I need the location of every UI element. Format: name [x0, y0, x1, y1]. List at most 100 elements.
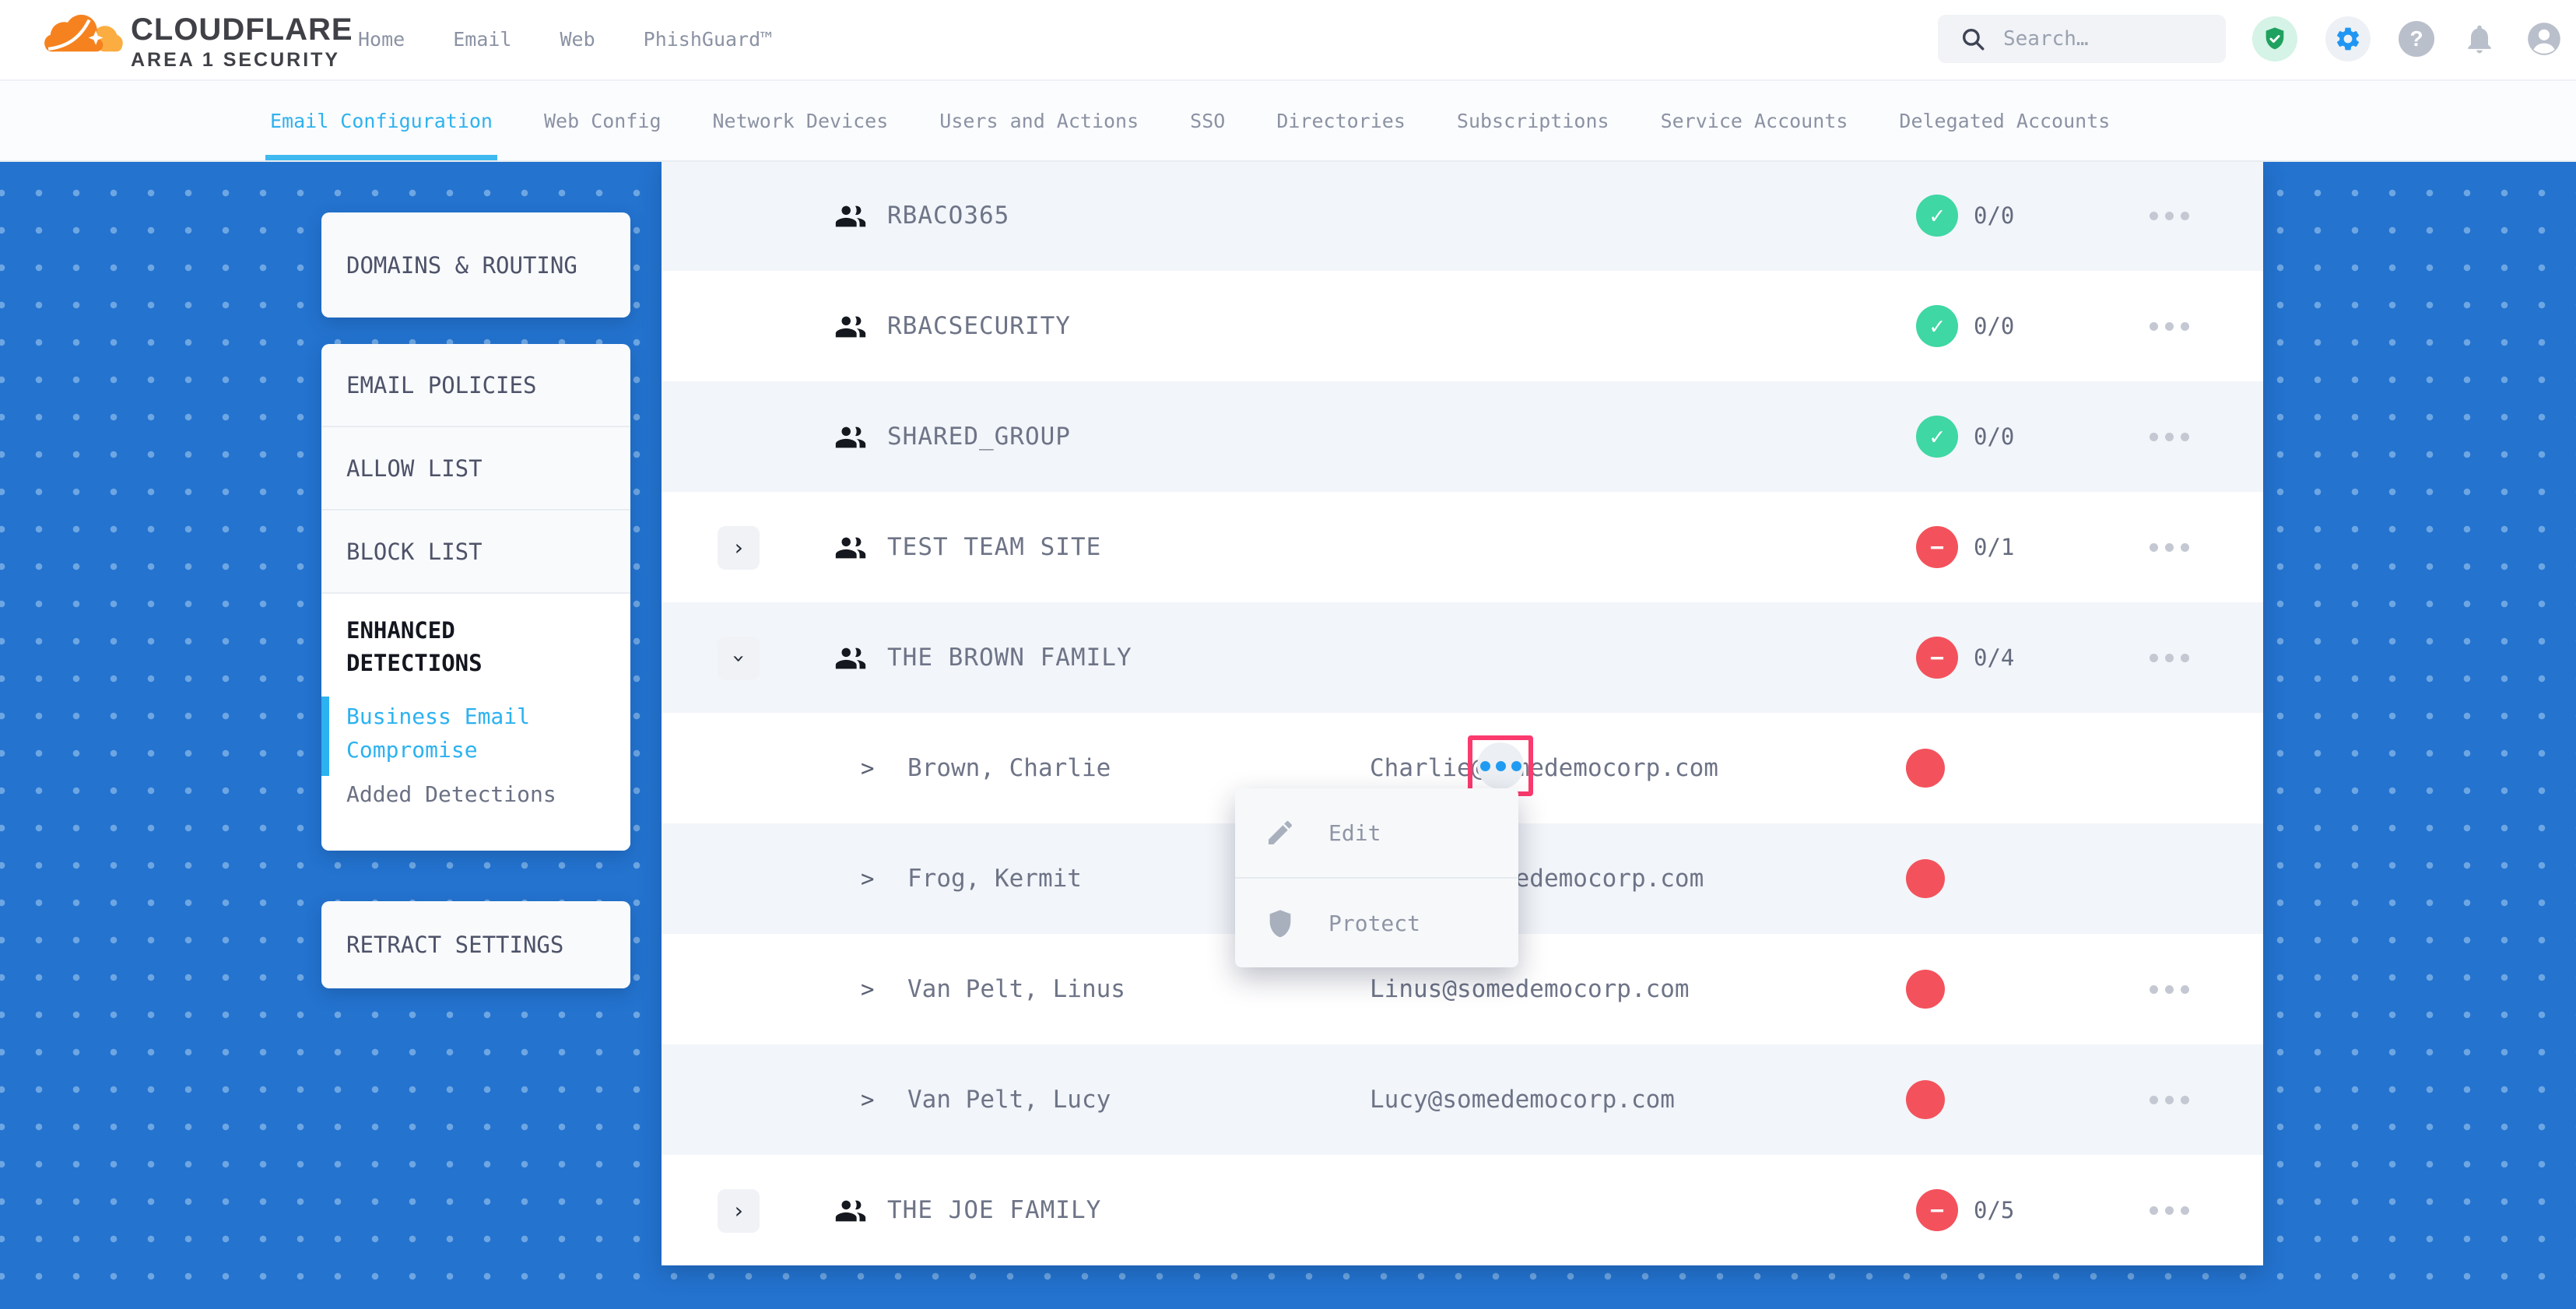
- search-box[interactable]: [1938, 15, 2226, 63]
- menu-item-edit[interactable]: Edit: [1235, 788, 1518, 877]
- row-menu-button[interactable]: [2138, 602, 2200, 713]
- protection-shield-check-icon[interactable]: [2252, 16, 2297, 61]
- section-tabbar: Email Configuration Web Config Network D…: [0, 81, 2576, 162]
- tab-directories[interactable]: Directories: [1276, 81, 1406, 160]
- child-caret-icon: >: [861, 713, 874, 823]
- brand-line1: CLOUDFLARE: [131, 14, 353, 45]
- sidebar-item-added-detections[interactable]: Added Detections: [346, 781, 607, 807]
- row-context-menu: Edit Protect: [1235, 788, 1518, 967]
- sidebar-label: RETRACT SETTINGS: [346, 932, 563, 958]
- table-row: › THE BROWN FAMILY − 0/4: [662, 602, 2263, 713]
- row-menu-button[interactable]: [2138, 271, 2200, 381]
- unprotected-dot: [1906, 970, 1945, 1009]
- status-badge: − 0/4: [1916, 602, 2014, 713]
- protected-count: 0/5: [1974, 1197, 2014, 1223]
- sidebar-item-business-email-compromise[interactable]: Business Email Compromise: [346, 700, 533, 767]
- sidebar-label: ALLOW LIST: [346, 455, 483, 482]
- nav-phishguard[interactable]: PhishGuard™: [644, 28, 773, 51]
- child-caret-icon: >: [861, 1044, 874, 1155]
- menu-item-label: Protect: [1328, 911, 1420, 936]
- cloudflare-logo-icon: [40, 8, 126, 70]
- row-menu-button[interactable]: [2138, 160, 2200, 271]
- shield-icon: [1265, 907, 1296, 939]
- table-row: > Van Pelt, Lucy Lucy@somedemocorp.com: [662, 1044, 2263, 1155]
- enhanced-detections-heading: ENHANCED DETECTIONS: [346, 614, 549, 679]
- user-name: Brown, Charlie: [907, 713, 1111, 823]
- nav-home[interactable]: Home: [358, 28, 405, 51]
- sidebar-item-allow-list[interactable]: ALLOW LIST: [321, 427, 630, 511]
- unprotected-dot: [1906, 859, 1945, 898]
- tab-users-and-actions[interactable]: Users and Actions: [939, 81, 1139, 160]
- tab-email-configuration[interactable]: Email Configuration: [270, 81, 493, 160]
- group-people-icon: [833, 309, 869, 345]
- row-menu-button[interactable]: [2138, 934, 2200, 1044]
- sidebar-item-email-policies[interactable]: EMAIL POLICIES: [321, 344, 630, 427]
- groups-table: RBACO365 ✓ 0/0 RBACSECURITY ✓ 0/0 SH: [662, 160, 2263, 1265]
- tab-web-config[interactable]: Web Config: [544, 81, 662, 160]
- minus-icon: −: [1916, 1189, 1958, 1231]
- pencil-icon: [1265, 817, 1296, 848]
- notifications-bell-icon[interactable]: [2462, 22, 2497, 56]
- user-name: Frog, Kermit: [907, 823, 1082, 934]
- row-menu-button-active[interactable]: [1477, 742, 1524, 789]
- brand-wordmark: CLOUDFLARE AREA 1 SECURITY: [131, 14, 353, 70]
- nav-web[interactable]: Web: [560, 28, 595, 51]
- expand-chevron-button[interactable]: ›: [718, 526, 760, 570]
- group-name: THE JOE FAMILY: [887, 1155, 1101, 1265]
- tab-service-accounts[interactable]: Service Accounts: [1661, 81, 1848, 160]
- tab-subscriptions[interactable]: Subscriptions: [1457, 81, 1609, 160]
- group-people-icon: [833, 640, 869, 676]
- check-icon: ✓: [1916, 416, 1958, 458]
- user-name: Van Pelt, Lucy: [907, 1044, 1111, 1155]
- row-menu-button[interactable]: [2138, 1155, 2200, 1265]
- row-menu-button[interactable]: [2138, 492, 2200, 602]
- unprotected-dot: [1906, 1080, 1945, 1119]
- protected-count: 0/4: [1974, 644, 2014, 671]
- row-menu-button[interactable]: [2138, 1044, 2200, 1155]
- group-people-icon: [833, 530, 869, 566]
- protected-count: 0/0: [1974, 423, 2014, 450]
- brand-line2: AREA 1 SECURITY: [131, 51, 353, 70]
- tab-sso[interactable]: SSO: [1190, 81, 1225, 160]
- nav-email[interactable]: Email: [453, 28, 511, 51]
- status-badge: − 0/1: [1916, 492, 2014, 602]
- group-people-icon: [833, 419, 869, 455]
- tab-network-devices[interactable]: Network Devices: [713, 81, 889, 160]
- sidebar-item-domains-routing[interactable]: DOMAINS & ROUTING: [321, 212, 630, 318]
- row-menu-button[interactable]: [2138, 381, 2200, 492]
- workspace-background: DOMAINS & ROUTING EMAIL POLICIES ALLOW L…: [0, 160, 2576, 1309]
- status-badge: ✓ 0/0: [1916, 271, 2014, 381]
- group-name: SHARED_GROUP: [887, 381, 1071, 492]
- app-header: CLOUDFLARE AREA 1 SECURITY Home Email We…: [0, 0, 2576, 81]
- group-name: THE BROWN FAMILY: [887, 602, 1132, 713]
- status-badge: − 0/5: [1916, 1155, 2014, 1265]
- search-input[interactable]: [2002, 26, 2199, 51]
- expand-chevron-button[interactable]: ›: [718, 1189, 760, 1233]
- minus-icon: −: [1916, 637, 1958, 679]
- search-icon: [1960, 26, 1986, 52]
- check-icon: ✓: [1916, 195, 1958, 237]
- highlight-outline: [1468, 735, 1533, 796]
- help-icon[interactable]: ?: [2399, 21, 2434, 57]
- group-name: RBACSECURITY: [887, 271, 1071, 381]
- group-people-icon: [833, 1193, 869, 1229]
- top-nav: Home Email Web PhishGuard™: [358, 0, 772, 78]
- check-icon: ✓: [1916, 305, 1958, 347]
- sidebar-item-retract-settings[interactable]: RETRACT SETTINGS: [321, 901, 630, 988]
- protected-count: 0/1: [1974, 534, 2014, 560]
- collapse-chevron-button[interactable]: ›: [718, 637, 760, 680]
- protected-count: 0/0: [1974, 202, 2014, 229]
- sidebar-label: DOMAINS & ROUTING: [346, 252, 577, 279]
- unprotected-dot: [1906, 749, 1945, 788]
- table-row: SHARED_GROUP ✓ 0/0: [662, 381, 2263, 492]
- header-status-icons: ?: [2252, 0, 2564, 78]
- group-name: RBACO365: [887, 160, 1009, 271]
- sidebar-item-block-list[interactable]: BLOCK LIST: [321, 511, 630, 594]
- table-row: RBACO365 ✓ 0/0: [662, 160, 2263, 271]
- sidebar-label: EMAIL POLICIES: [346, 372, 536, 398]
- menu-item-protect[interactable]: Protect: [1235, 877, 1518, 967]
- account-avatar-icon[interactable]: [2525, 19, 2564, 58]
- sidebar-policies-card: EMAIL POLICIES ALLOW LIST BLOCK LIST ENH…: [321, 344, 630, 851]
- settings-gear-icon[interactable]: [2325, 16, 2371, 61]
- tab-delegated-accounts[interactable]: Delegated Accounts: [1899, 81, 2110, 160]
